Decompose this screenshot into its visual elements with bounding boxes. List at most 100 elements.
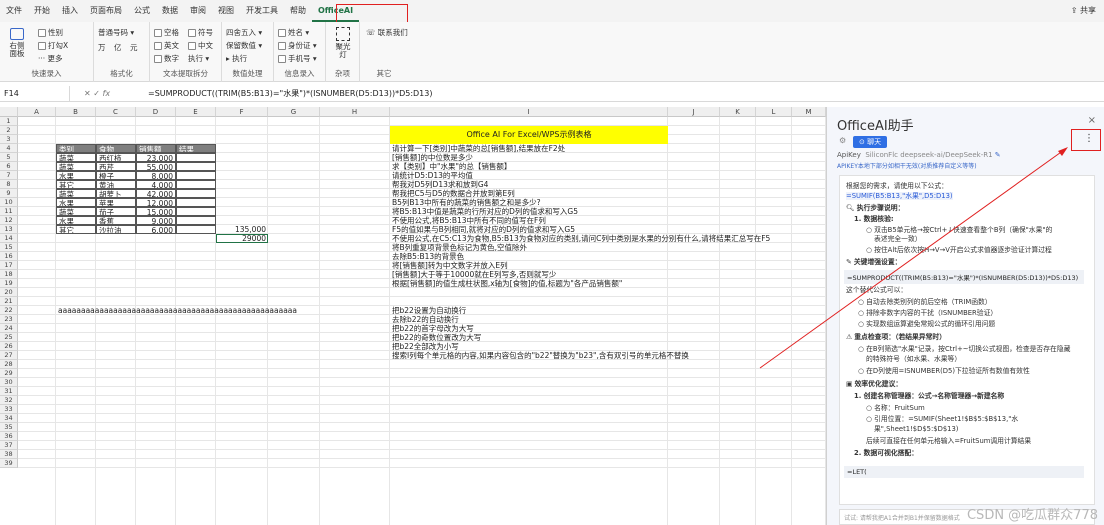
row-header[interactable]: 39 <box>0 459 18 468</box>
row-header[interactable]: 33 <box>0 405 18 414</box>
row-header[interactable]: 36 <box>0 432 18 441</box>
instruction-cell[interactable]: 把b22的奇数位置改为大写 <box>390 333 483 342</box>
row-header[interactable]: 27 <box>0 351 18 360</box>
english-checkbox[interactable]: 英文 <box>154 40 179 51</box>
tab-insert[interactable]: 插入 <box>56 0 84 22</box>
history-icon[interactable]: ⚙ <box>839 136 846 145</box>
instruction-cell[interactable]: 帮我把C5与D5的数据合并放到第E列 <box>390 189 517 198</box>
row-header[interactable]: 7 <box>0 171 18 180</box>
yi-button[interactable]: 亿 <box>114 42 122 53</box>
phone-select[interactable]: 手机号 ▾ <box>278 53 317 64</box>
column-header[interactable]: D <box>136 107 176 117</box>
table-cell[interactable]: 茄子 <box>96 207 136 216</box>
table-cell[interactable]: 香蕉 <box>96 216 136 225</box>
row-header[interactable]: 19 <box>0 279 18 288</box>
round-select[interactable]: 四舍五入 ▾ <box>226 27 262 38</box>
instruction-cell[interactable]: 去除b22的自动换行 <box>390 315 461 324</box>
row-header[interactable]: 18 <box>0 270 18 279</box>
row-header[interactable]: 17 <box>0 261 18 270</box>
table-cell[interactable]: 蔬菜 <box>56 207 96 216</box>
column-header[interactable]: L <box>756 107 792 117</box>
column-header[interactable]: A <box>18 107 56 117</box>
more-button[interactable]: ··· 更多 <box>38 53 63 64</box>
worksheet-grid[interactable]: A B C D E F G H I J K L M 1 2 3 4 5 6 7 8 9 10 11 12 13 14 15 16 17 18… <box>0 107 826 525</box>
table-cell[interactable]: 12,000 <box>136 198 176 207</box>
checkmark-button[interactable]: 打勾X <box>38 40 68 51</box>
row-header[interactable]: 31 <box>0 387 18 396</box>
table-cell[interactable] <box>176 225 216 234</box>
table-cell[interactable]: 黄油 <box>96 180 136 189</box>
table-cell[interactable]: 胡萝卜 <box>96 189 136 198</box>
table-cell[interactable] <box>176 207 216 216</box>
wan-button[interactable]: 万 <box>98 42 106 53</box>
table-header-cell[interactable]: 结果 <box>176 144 216 153</box>
symbol-checkbox[interactable]: 符号 <box>188 27 213 38</box>
number-format-select[interactable]: 普通号码 ▾ <box>98 27 134 38</box>
instruction-cell[interactable]: 不使用公式,将B5:B13中所有不同的值写在F列 <box>390 216 548 225</box>
close-icon[interactable]: × <box>1088 115 1096 126</box>
table-cell[interactable]: 8,000 <box>136 171 176 180</box>
row-header[interactable]: 24 <box>0 324 18 333</box>
table-cell[interactable] <box>176 198 216 207</box>
table-cell[interactable] <box>176 162 216 171</box>
chinese-checkbox[interactable]: 中文 <box>188 40 213 51</box>
column-header[interactable]: G <box>268 107 320 117</box>
table-cell[interactable]: 橙子 <box>96 171 136 180</box>
table-cell[interactable]: 西红柿 <box>96 153 136 162</box>
row-header[interactable]: 16 <box>0 252 18 261</box>
table-header-cell[interactable]: 食物 <box>96 144 136 153</box>
chat-tab-button[interactable]: ⊙ 聊天 <box>853 136 888 148</box>
row-header[interactable]: 29 <box>0 369 18 378</box>
row-header[interactable]: 21 <box>0 297 18 306</box>
tab-developer[interactable]: 开发工具 <box>240 0 284 22</box>
row-header[interactable]: 6 <box>0 162 18 171</box>
tab-page-layout[interactable]: 页面布局 <box>84 0 128 22</box>
fx-icon[interactable]: ✕ ✓ fx <box>84 86 110 102</box>
digit-checkbox[interactable]: 数字 <box>154 53 179 64</box>
column-header[interactable]: E <box>176 107 216 117</box>
table-header-cell[interactable]: 类别 <box>56 144 96 153</box>
table-cell[interactable]: 蔬菜 <box>56 153 96 162</box>
row-header[interactable]: 37 <box>0 441 18 450</box>
table-cell[interactable] <box>176 216 216 225</box>
gender-button[interactable]: 性别 <box>38 27 63 38</box>
instruction-cell[interactable]: 请统计D5:D13的平均值 <box>390 171 475 180</box>
cell-b22[interactable]: aaaaaaaaaaaaaaaaaaaaaaaaaaaaaaaaaaaaaaaa… <box>56 306 299 315</box>
table-cell[interactable]: 6,000 <box>136 225 176 234</box>
table-cell[interactable]: 沙拉油 <box>96 225 136 234</box>
table-cell[interactable]: 水果 <box>56 216 96 225</box>
tab-review[interactable]: 审阅 <box>184 0 212 22</box>
row-header[interactable]: 2 <box>0 126 18 135</box>
edit-icon[interactable]: ✎ <box>995 151 1001 159</box>
cell-f13[interactable]: 135,000 <box>216 225 268 234</box>
table-cell[interactable]: 15,000 <box>136 207 176 216</box>
name-box[interactable]: F14 <box>0 86 70 102</box>
table-cell[interactable]: 水果 <box>56 198 96 207</box>
tab-help[interactable]: 帮助 <box>284 0 312 22</box>
tab-data[interactable]: 数据 <box>156 0 184 22</box>
tab-view[interactable]: 视图 <box>212 0 240 22</box>
row-header[interactable]: 10 <box>0 198 18 207</box>
column-header[interactable]: B <box>56 107 96 117</box>
tab-formulas[interactable]: 公式 <box>128 0 156 22</box>
table-cell[interactable]: 蔬菜 <box>56 162 96 171</box>
table-cell[interactable]: 55,000 <box>136 162 176 171</box>
table-cell[interactable]: 西芹 <box>96 162 136 171</box>
row-header[interactable]: 32 <box>0 396 18 405</box>
table-cell[interactable] <box>176 189 216 198</box>
spotlight-button[interactable]: 聚光灯 <box>334 27 352 59</box>
instruction-cell[interactable]: 请计算一下[类别]中蔬菜的总[销售额],结果放在F2处 <box>390 144 567 153</box>
formula-input[interactable]: =SUMPRODUCT((TRIM(B5:B13)="水果")*(ISNUMBE… <box>148 86 432 102</box>
row-header[interactable]: 26 <box>0 342 18 351</box>
table-cell[interactable] <box>176 180 216 189</box>
table-cell[interactable]: 蔬菜 <box>56 189 96 198</box>
tab-home[interactable]: 开始 <box>28 0 56 22</box>
row-header[interactable]: 28 <box>0 360 18 369</box>
yuan-button[interactable]: 元 <box>130 42 138 53</box>
contact-us-button[interactable]: ☏ 联系我们 <box>366 27 408 38</box>
table-cell[interactable]: 苹果 <box>96 198 136 207</box>
row-header[interactable]: 14 <box>0 234 18 243</box>
table-cell[interactable]: 其它 <box>56 225 96 234</box>
instruction-cell[interactable]: 去除B5:B13的背景色 <box>390 252 466 261</box>
column-header[interactable]: J <box>668 107 720 117</box>
